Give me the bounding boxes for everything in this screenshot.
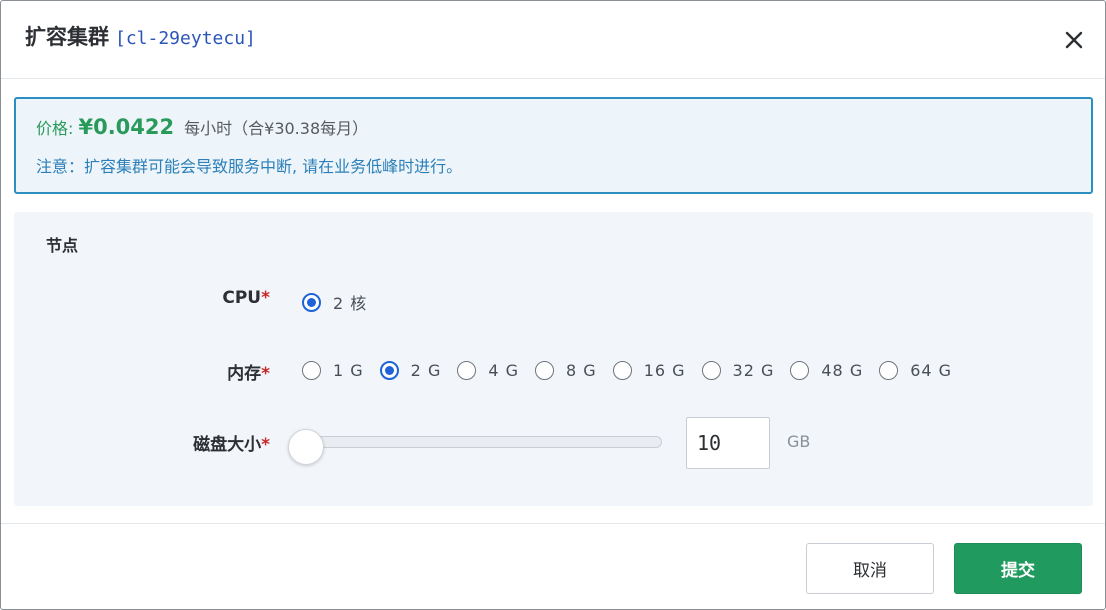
memory-option-label: 8 G <box>566 361 597 380</box>
radio-checked-icon[interactable] <box>379 361 399 380</box>
footer-divider <box>1 523 1105 524</box>
memory-option[interactable]: 4 G <box>457 361 519 380</box>
cpu-option[interactable]: 2 核 <box>302 290 367 314</box>
price-line: 价格: ¥0.0422 每小时（合¥30.38每月） <box>36 113 368 143</box>
memory-option-label: 64 G <box>910 361 953 380</box>
required-mark: * <box>261 435 270 455</box>
radio-checked-icon[interactable] <box>302 292 321 312</box>
disk-size-label-text: 磁盘大小 <box>193 435 262 455</box>
disk-size-unit: GB <box>787 432 811 451</box>
cancel-button[interactable]: 取消 <box>806 543 934 594</box>
dialog-header: 扩容集群 [cl-29eytecu] <box>1 1 1105 79</box>
cpu-option-label: 2 核 <box>333 294 368 313</box>
memory-option[interactable]: 16 G <box>612 361 686 380</box>
section-title-node: 节点 <box>46 236 79 255</box>
disk-size-slider-track[interactable] <box>304 436 662 448</box>
memory-option-label: 4 G <box>488 361 520 380</box>
cluster-id: [cl-29eytecu] <box>115 28 256 49</box>
memory-option-label: 16 G <box>643 361 686 380</box>
node-config-panel: 节点 CPU* 2 核 内存* 1 G2 G4 G8 G 16 G 32 G 48 G… <box>14 212 1093 506</box>
cpu-label-text: CPU <box>222 288 262 308</box>
required-mark: * <box>261 364 270 384</box>
radio-unchecked-icon[interactable] <box>457 361 477 380</box>
disk-size-label: 磁盘大小* <box>193 430 270 455</box>
memory-option[interactable]: 2 G <box>379 361 442 380</box>
memory-option[interactable]: 32 G <box>701 361 775 380</box>
cpu-radio-group: 2 核 <box>302 290 383 314</box>
memory-option[interactable]: 48 G <box>790 361 863 380</box>
price-monthly-note: 每小时（合¥30.38每月） <box>184 119 369 138</box>
required-mark: * <box>261 288 270 308</box>
radio-unchecked-icon[interactable] <box>790 361 810 380</box>
dialog-title: 扩容集群 [cl-29eytecu] <box>25 23 256 53</box>
memory-option-label: 1 G <box>333 361 364 380</box>
memory-option[interactable]: 1 G <box>302 361 364 380</box>
disk-size-slider-handle[interactable] <box>288 429 324 465</box>
memory-option-label: 32 G <box>732 361 775 380</box>
radio-unchecked-icon[interactable] <box>612 361 632 380</box>
radio-unchecked-icon[interactable] <box>535 361 555 380</box>
memory-option[interactable]: 64 G <box>879 361 952 380</box>
memory-radio-group: 1 G 2 G 4 G 8 G 16 G 32 G 48 G 64 G <box>302 361 968 380</box>
radio-unchecked-icon[interactable] <box>701 361 721 380</box>
warning-text: 注意：扩容集群可能会导致服务中断, 请在业务低峰时进行。 <box>36 157 463 176</box>
price-notice: 价格: ¥0.0422 每小时（合¥30.38每月） 注意：扩容集群可能会导致服务… <box>14 97 1093 194</box>
dialog-title-text: 扩容集群 <box>25 25 109 49</box>
memory-label: 内存* <box>227 359 270 384</box>
memory-option-label: 48 G <box>821 361 864 380</box>
memory-option[interactable]: 8 G <box>535 361 597 380</box>
scale-cluster-dialog: 扩容集群 [cl-29eytecu] 价格: ¥0.0422 每小时（合¥30.38… <box>0 0 1106 610</box>
radio-unchecked-icon[interactable] <box>302 361 321 380</box>
cpu-label: CPU* <box>222 288 270 308</box>
memory-label-text: 内存 <box>227 364 262 384</box>
price-value: ¥0.0422 <box>78 115 175 139</box>
disk-size-input[interactable] <box>686 417 770 469</box>
radio-unchecked-icon[interactable] <box>879 361 899 380</box>
close-icon <box>1065 31 1083 49</box>
memory-option-label: 2 G <box>410 361 442 380</box>
submit-button[interactable]: 提交 <box>954 543 1082 594</box>
close-button[interactable] <box>1057 23 1091 57</box>
price-label: 价格: <box>36 119 79 138</box>
